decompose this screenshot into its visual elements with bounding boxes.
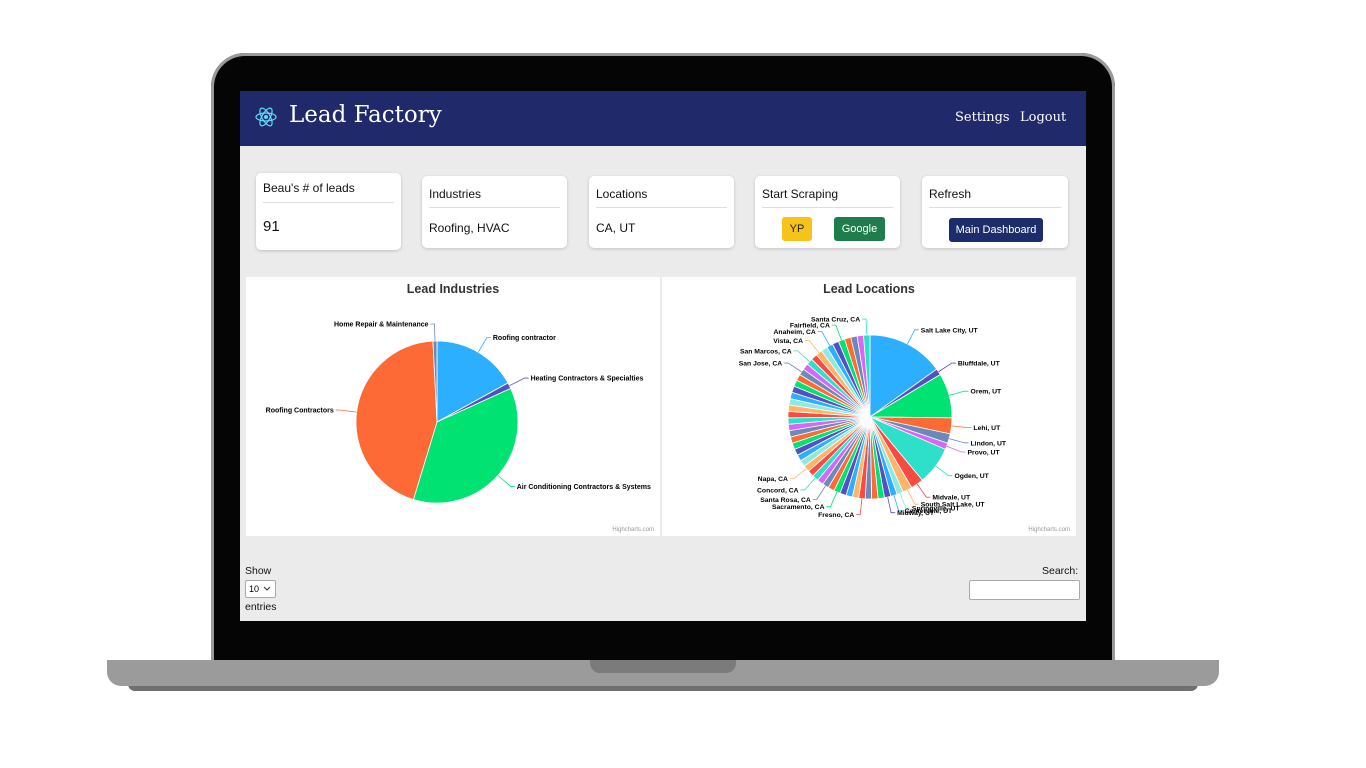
pie-connector bbox=[946, 445, 966, 453]
card-divider bbox=[429, 207, 560, 208]
pie-connector bbox=[948, 438, 969, 444]
highcharts-credit[interactable]: Highcharts.com bbox=[1028, 527, 1070, 533]
yp-scrape-button[interactable]: YP bbox=[782, 217, 812, 241]
react-atom-icon[interactable] bbox=[254, 105, 278, 129]
chevron-down-icon bbox=[263, 586, 270, 591]
main-dashboard-button[interactable]: Main Dashboard bbox=[949, 218, 1043, 242]
pie-connector bbox=[789, 468, 807, 480]
locations-value: CA, UT bbox=[596, 221, 636, 235]
pie-connector bbox=[800, 477, 816, 491]
refresh-title: Refresh bbox=[929, 187, 972, 201]
show-label: Show bbox=[245, 565, 272, 577]
pie-connector bbox=[899, 493, 910, 509]
pie-connector bbox=[812, 485, 826, 500]
lead-industries-chart: Lead Industries Roofing contractor Heatin… bbox=[246, 277, 660, 536]
google-scrape-button[interactable]: Google bbox=[834, 217, 885, 241]
brand-title[interactable]: Lead Factory bbox=[289, 102, 442, 128]
industries-value: Roofing, HVAC bbox=[429, 221, 510, 235]
pie-data-label: Heating Contractors & Specialties bbox=[531, 376, 644, 383]
pie-data-label: Home Repair & Maintenance bbox=[334, 322, 429, 329]
pie-data-label: Fairfield, CA bbox=[790, 323, 830, 330]
pie-data-label: Air Conditioning Contractors & Systems bbox=[517, 484, 651, 491]
pie-connector bbox=[856, 498, 863, 515]
pie-data-label: Santa Rosa, CA bbox=[760, 497, 811, 504]
pie-data-label: Sacramento, CA bbox=[772, 504, 825, 511]
industries-title: Industries bbox=[429, 187, 482, 201]
pie-data-label: Ogden, UT bbox=[954, 473, 989, 480]
leads-count-value: 91 bbox=[263, 218, 280, 235]
pie-data-label: Bluffdale, UT bbox=[958, 361, 1001, 368]
lead-locations-pie: Salt Lake City, UT Bluffdale, UT Orem, UT L… bbox=[739, 317, 1007, 519]
pie-connector bbox=[951, 425, 972, 429]
pie-connector bbox=[784, 362, 802, 373]
entries-label: entries bbox=[245, 601, 277, 613]
pie-connector bbox=[935, 465, 953, 477]
locations-card: Locations CA, UT bbox=[589, 176, 734, 248]
refresh-card: Refresh Main Dashboard bbox=[922, 176, 1068, 248]
pie-data-label: Santa Cruz, CA bbox=[811, 317, 860, 324]
card-divider bbox=[762, 207, 893, 208]
pie-connector bbox=[477, 337, 491, 353]
entries-select[interactable]: 10 bbox=[245, 580, 276, 598]
pie-data-label: Napa, CA bbox=[758, 476, 788, 483]
pie-connector bbox=[805, 339, 820, 354]
pie-data-label: Fresno, CA bbox=[818, 512, 854, 519]
pie-connector bbox=[887, 496, 896, 514]
entries-select-value: 10 bbox=[249, 584, 260, 594]
pie-data-label: Anaheim, CA bbox=[774, 329, 816, 336]
pie-data-label: Midway, UT bbox=[897, 510, 935, 517]
pie-connector bbox=[509, 377, 529, 387]
pie-data-label: Orem, UT bbox=[971, 389, 1002, 396]
card-divider bbox=[929, 207, 1061, 208]
pie-data-label: Lindon, UT bbox=[971, 440, 1007, 447]
pie-data-label: Midvale, UT bbox=[932, 495, 971, 502]
leads-count-title: Beau's # of leads bbox=[263, 181, 355, 195]
pie-connector bbox=[430, 323, 436, 342]
card-divider bbox=[596, 207, 727, 208]
pie-connector bbox=[916, 483, 931, 498]
highcharts-credit[interactable]: Highcharts.com bbox=[612, 527, 654, 533]
industries-card: Industries Roofing, HVAC bbox=[422, 176, 567, 248]
leads-count-card: Beau's # of leads 91 bbox=[256, 173, 401, 250]
pie-data-label: San Jose, CA bbox=[739, 361, 783, 368]
navbar: Lead Factory Settings Logout bbox=[240, 91, 1086, 146]
pie-connector bbox=[831, 324, 842, 341]
search-input[interactable] bbox=[969, 580, 1080, 600]
pie-data-label: Roofing Contractors bbox=[266, 408, 334, 415]
pie-connector bbox=[938, 362, 956, 373]
lead-locations-chart: Lead Locations Salt Lake City, UT Bluffda… bbox=[662, 277, 1076, 536]
laptop-notch bbox=[590, 660, 736, 673]
pie-connector bbox=[335, 409, 357, 413]
pie-connector bbox=[817, 331, 831, 346]
pie-data-label: San Marcos, CA bbox=[740, 348, 792, 355]
locations-title: Locations bbox=[596, 187, 648, 201]
pie-data-label: Provo, UT bbox=[968, 450, 1001, 457]
pie-connector bbox=[948, 390, 969, 396]
pie-data-label: Lehi, UT bbox=[973, 425, 1001, 432]
pie-connector bbox=[907, 329, 919, 345]
app-screen: Lead Factory Settings Logout Beau's # of… bbox=[240, 91, 1086, 621]
pie-connector bbox=[907, 489, 919, 505]
pie-data-label: Concord, CA bbox=[757, 487, 799, 494]
pie-data-label: Roofing contractor bbox=[493, 335, 556, 342]
pie-data-label: Vista, CA bbox=[773, 338, 803, 345]
start-scraping-card: Start Scraping YP Google bbox=[755, 176, 900, 248]
pie-connector bbox=[497, 475, 515, 487]
settings-link[interactable]: Settings bbox=[955, 110, 1010, 125]
pie-connector bbox=[793, 350, 810, 362]
pie-data-label: Salt Lake City, UT bbox=[921, 327, 979, 334]
lead-industries-pie: Roofing contractor Heating Contractors & … bbox=[266, 322, 651, 504]
pie-connector bbox=[826, 491, 838, 508]
pie-connector bbox=[893, 495, 903, 512]
card-divider bbox=[263, 202, 394, 203]
start-scraping-title: Start Scraping bbox=[762, 187, 839, 201]
pie-connector bbox=[862, 318, 868, 336]
search-label: Search: bbox=[1042, 565, 1079, 577]
logout-link[interactable]: Logout bbox=[1020, 110, 1066, 125]
